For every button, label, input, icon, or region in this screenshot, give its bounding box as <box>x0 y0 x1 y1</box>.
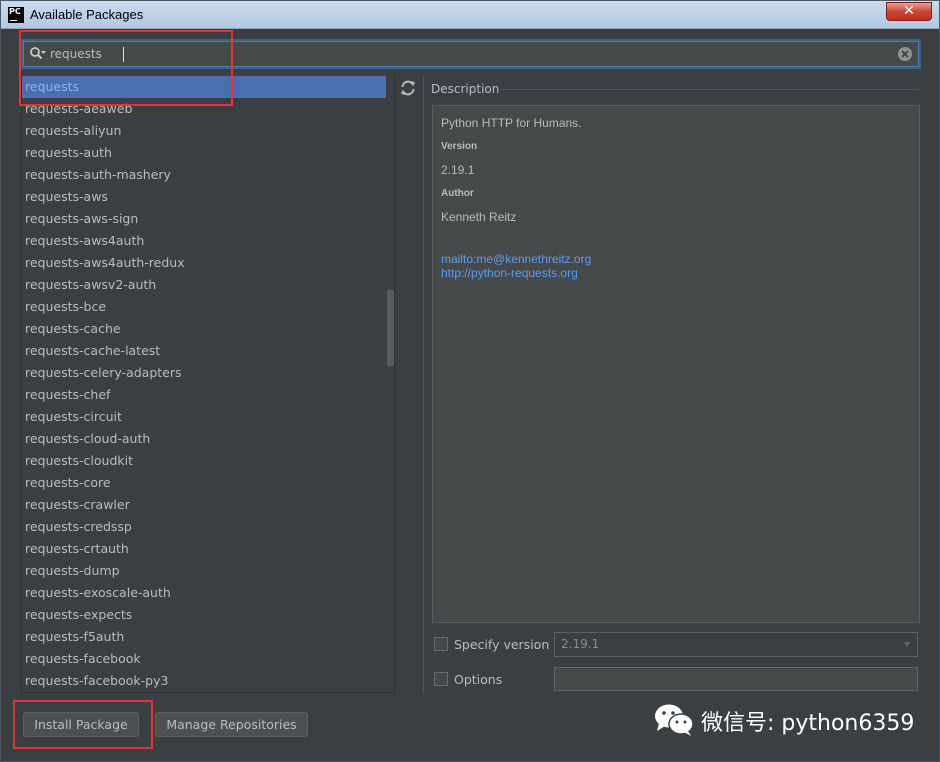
package-version: 2.19.1 <box>441 163 475 177</box>
package-list-item[interactable]: requests-cache-latest <box>22 340 386 362</box>
specify-version-checkbox[interactable] <box>434 637 448 651</box>
scrollbar-thumb[interactable] <box>387 290 394 366</box>
close-button[interactable]: ✕ <box>886 2 932 21</box>
package-list-item[interactable]: requests-crtauth <box>22 538 386 560</box>
options-checkbox[interactable] <box>434 672 448 686</box>
search-input[interactable] <box>50 42 890 66</box>
homepage-link[interactable]: http://python-requests.org <box>441 266 578 280</box>
panel-divider[interactable] <box>423 76 424 693</box>
options-input[interactable] <box>554 667 918 691</box>
manage-repositories-button[interactable]: Manage Repositories <box>155 712 308 737</box>
package-list-item[interactable]: requests-chef <box>22 384 386 406</box>
package-list-panel: requests requests-aeaweb requests-aliyun re… <box>21 76 395 693</box>
description-section-label: Description <box>431 82 500 96</box>
package-list-item[interactable]: requests-bce <box>22 296 386 318</box>
version-heading: Version <box>441 141 478 152</box>
package-list-item[interactable]: requests-aliyun <box>22 120 386 142</box>
package-list-item[interactable]: requests-circuit <box>22 406 386 428</box>
text-cursor <box>123 47 124 62</box>
description-panel: Python HTTP for Humans. Version 2.19.1 A… <box>432 105 920 623</box>
watermark-text: 微信号: python6359 <box>701 711 915 736</box>
package-list-item[interactable]: requests-cloud-auth <box>22 428 386 450</box>
options-label: Options <box>454 672 503 687</box>
package-list-item[interactable]: requests-crawler <box>22 494 386 516</box>
package-list-item[interactable]: requests-dump <box>22 560 386 582</box>
package-list-item[interactable]: requests-facebook <box>22 648 386 670</box>
description-separator <box>501 89 919 90</box>
clear-search-icon[interactable] <box>897 46 913 62</box>
window-title: Available Packages <box>30 7 144 22</box>
package-summary: Python HTTP for Humans. <box>441 116 582 130</box>
package-list-item[interactable]: requests-expects <box>22 604 386 626</box>
package-list-item[interactable]: requests-aws4auth-redux <box>22 252 386 274</box>
version-dropdown-value: 2.19.1 <box>561 637 600 651</box>
author-email-link[interactable]: mailto:me@kennethreitz.org <box>441 252 591 266</box>
available-packages-dialog: PC Available Packages ✕ requests requests… <box>0 0 940 762</box>
author-heading: Author <box>441 188 474 199</box>
package-list-item[interactable]: requests-facebook-py3 <box>22 670 386 692</box>
pycharm-app-icon: PC <box>8 7 24 23</box>
package-list-item[interactable]: requests-celery-adapters <box>22 362 386 384</box>
package-list[interactable]: requests requests-aeaweb requests-aliyun re… <box>22 76 386 692</box>
package-list-item[interactable]: requests-credssp <box>22 516 386 538</box>
package-author: Kenneth Reitz <box>441 210 517 224</box>
version-dropdown[interactable]: 2.19.1 <box>554 632 918 657</box>
package-list-item[interactable]: requests-cache <box>22 318 386 340</box>
package-search-field[interactable] <box>23 41 919 67</box>
chevron-down-icon <box>903 642 911 647</box>
package-list-item[interactable]: requests-awsv2-auth <box>22 274 386 296</box>
install-package-button[interactable]: Install Package <box>23 712 139 737</box>
package-list-item[interactable]: requests <box>22 76 386 98</box>
package-list-item[interactable]: requests-exoscale-auth <box>22 582 386 604</box>
search-icon[interactable] <box>29 46 47 62</box>
package-list-item[interactable]: requests-auth <box>22 142 386 164</box>
refresh-icon[interactable] <box>398 78 418 98</box>
package-list-item[interactable]: requests-aws-sign <box>22 208 386 230</box>
package-list-scrollbar[interactable] <box>387 76 394 692</box>
package-list-item[interactable]: requests-cloudkit <box>22 450 386 472</box>
package-list-item[interactable]: requests-core <box>22 472 386 494</box>
specify-version-label: Specify version <box>454 637 550 652</box>
package-list-item[interactable]: requests-f5auth <box>22 626 386 648</box>
package-list-item[interactable]: requests-aws4auth <box>22 230 386 252</box>
package-list-item[interactable]: requests-auth-mashery <box>22 164 386 186</box>
wechat-logo-icon <box>655 704 694 736</box>
title-bar[interactable]: PC Available Packages ✕ <box>1 1 939 29</box>
package-list-item[interactable]: requests-aeaweb <box>22 98 386 120</box>
package-list-item[interactable]: requests-aws <box>22 186 386 208</box>
